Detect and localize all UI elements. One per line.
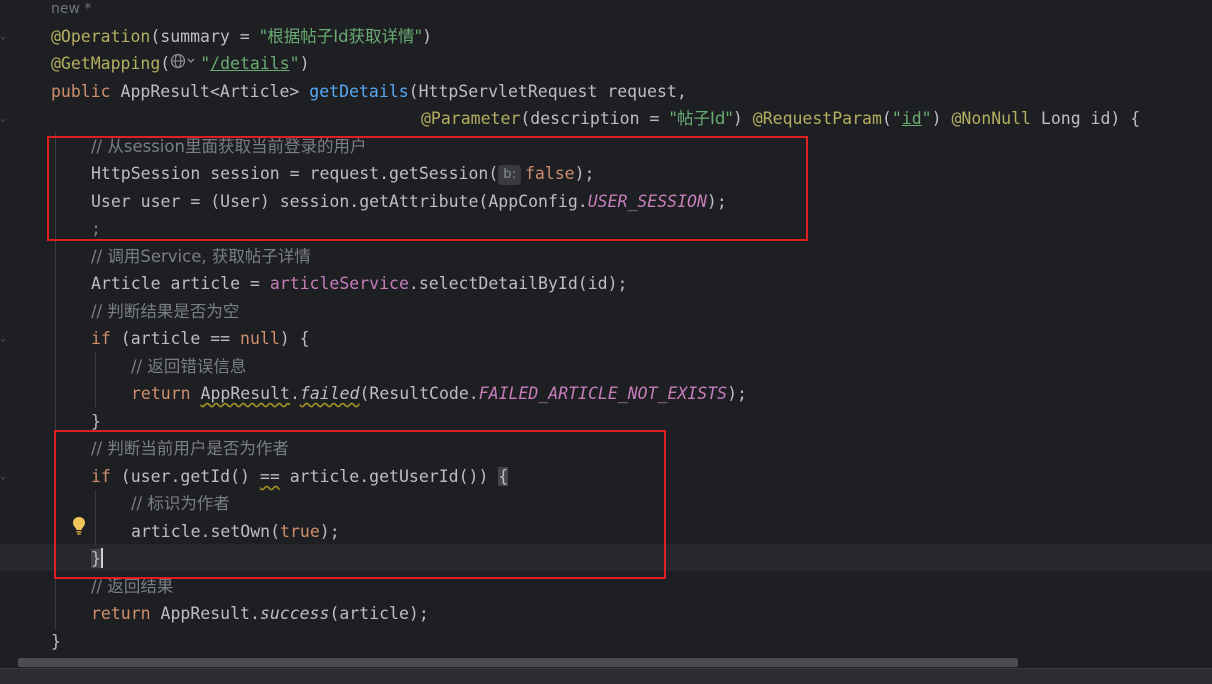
- code-text: ): [422, 27, 433, 46]
- fold-marker-icon[interactable]: ⌄: [0, 472, 12, 482]
- code-text: (: [881, 109, 892, 128]
- constant: FAILED_ARTICLE_NOT_EXISTS: [478, 384, 728, 403]
- code-line[interactable]: @GetMapping( "/details"): [51, 50, 310, 77]
- string-literal: "帖子Id": [669, 109, 733, 128]
- code-line[interactable]: @Operation(summary = "根据帖子Id获取详情"): [51, 23, 432, 50]
- method-name: getDetails: [309, 82, 409, 101]
- highlight-box-session-block: [47, 136, 808, 241]
- comment: // 判断结果是否为空: [91, 302, 240, 321]
- code-text: (article ==: [110, 329, 241, 348]
- static-method-call[interactable]: failed: [300, 384, 360, 403]
- annotation: @Operation: [51, 27, 151, 46]
- comment: // 返回错误信息: [131, 357, 247, 376]
- code-text: Long id) {: [1030, 109, 1141, 128]
- code-line[interactable]: // 判断结果是否为空: [91, 298, 239, 325]
- code-line[interactable]: Article article = articleService.selectD…: [91, 270, 627, 297]
- code-line[interactable]: if (article == null) {: [91, 325, 310, 352]
- comment: // 调用Service, 获取帖子详情: [91, 247, 311, 266]
- fold-marker-icon[interactable]: ⌄: [0, 32, 12, 42]
- string-quote: ": [200, 54, 211, 73]
- comment: // 返回结果: [91, 577, 174, 596]
- annotation: @RequestParam: [752, 109, 882, 128]
- code-text: }: [91, 412, 101, 431]
- code-text: (summary =: [150, 27, 260, 46]
- code-text: .: [289, 384, 300, 403]
- code-text: ): [931, 109, 952, 128]
- code-line[interactable]: return AppResult.success(article);: [91, 600, 429, 627]
- field-reference: articleService: [269, 274, 409, 293]
- fold-marker-icon[interactable]: ⌄: [0, 334, 12, 344]
- code-text: );: [727, 384, 747, 403]
- code-line[interactable]: }: [51, 628, 61, 655]
- code-author-hint[interactable]: new *: [51, 0, 91, 23]
- url-path-link[interactable]: /details: [210, 54, 289, 73]
- code-line[interactable]: // 调用Service, 获取帖子详情: [91, 243, 311, 270]
- class-reference-warning[interactable]: AppResult: [201, 384, 290, 403]
- string-quote: ": [891, 109, 902, 128]
- code-line[interactable]: return AppResult.failed(ResultCode.FAILE…: [131, 380, 747, 407]
- code-text: Article article =: [91, 274, 270, 293]
- code-text: AppResult.: [150, 604, 260, 623]
- code-text: .selectDetailById(id);: [408, 274, 628, 293]
- code-text: (description =: [520, 109, 670, 128]
- annotation: @NonNull: [951, 109, 1031, 128]
- code-line[interactable]: @Parameter(description = "帖子Id") @Reques…: [421, 105, 1140, 132]
- editor-bottom-edge: [0, 668, 1212, 684]
- string-literal: "根据帖子Id获取详情": [259, 27, 423, 46]
- code-line[interactable]: // 返回错误信息: [131, 353, 246, 380]
- code-text: (HttpServletRequest request,: [408, 82, 687, 101]
- keyword: public: [51, 82, 111, 101]
- code-text: }: [51, 632, 61, 651]
- annotation: @Parameter: [421, 109, 521, 128]
- code-text: ): [732, 109, 753, 128]
- keyword: return: [131, 384, 191, 403]
- code-text: ): [299, 54, 310, 73]
- static-method-call: success: [259, 604, 330, 623]
- string-quote: ": [921, 109, 932, 128]
- annotation: @GetMapping: [51, 54, 161, 73]
- keyword: return: [91, 604, 151, 623]
- globe-icon[interactable]: [170, 50, 200, 77]
- code-text: (ResultCode.: [359, 384, 479, 403]
- keyword: null: [240, 329, 280, 348]
- indent-guide: [95, 352, 96, 407]
- code-text: ) {: [279, 329, 310, 348]
- string-quote: ": [289, 54, 300, 73]
- code-text: AppResult<Article>: [110, 82, 310, 101]
- code-text: (: [160, 54, 171, 73]
- param-name-link[interactable]: id: [902, 109, 922, 128]
- fold-marker-icon[interactable]: ⌄: [0, 114, 12, 124]
- code-editor[interactable]: ⌄ ⌄ ⌄ ⌄ new * @Operation(summary = "根据帖子…: [0, 0, 1212, 660]
- highlight-box-owner-check: [54, 430, 666, 579]
- keyword: if: [91, 329, 111, 348]
- code-line[interactable]: public AppResult<Article> getDetails(Htt…: [51, 78, 687, 105]
- code-text: (article);: [329, 604, 429, 623]
- horizontal-scrollbar-thumb[interactable]: [18, 658, 1018, 667]
